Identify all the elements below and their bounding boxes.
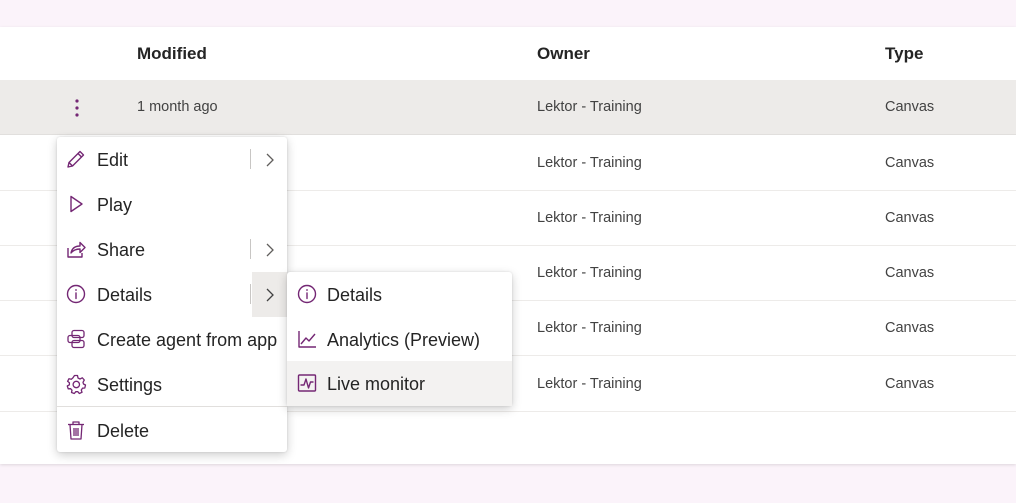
menu-divider (57, 406, 287, 407)
play-icon (65, 193, 87, 215)
cell-type: Canvas (885, 265, 935, 281)
page: Modified Owner Type 1 month ago Lektor -… (0, 0, 1016, 503)
split-divider (250, 284, 251, 304)
menu-item-details[interactable]: Details (57, 272, 287, 317)
analytics-icon (296, 328, 318, 350)
menu-item-create-agent[interactable]: Create agent from app (57, 317, 287, 362)
menu-item-share[interactable]: Share (57, 227, 287, 272)
info-icon (65, 283, 87, 305)
cell-type: Canvas (885, 99, 935, 115)
cell-owner: Lektor - Training (537, 265, 642, 281)
gear-icon (65, 373, 87, 395)
menu-item-label: Share (97, 240, 146, 260)
submenu-item-details[interactable]: Details (287, 272, 512, 317)
submenu-item-label: Live monitor (327, 374, 426, 394)
cell-type: Canvas (885, 155, 935, 171)
submenu-item-label: Details (327, 285, 383, 305)
live-monitor-icon (296, 372, 318, 394)
edit-submenu-button[interactable] (252, 137, 287, 182)
table-row[interactable]: 1 month ago Lektor - Training Canvas (0, 80, 1016, 135)
cell-type: Canvas (885, 320, 935, 336)
more-vertical-icon (75, 99, 79, 117)
info-icon (296, 283, 318, 305)
menu-item-label: Edit (97, 150, 129, 170)
share-icon (65, 238, 87, 260)
cell-owner: Lektor - Training (537, 155, 642, 171)
submenu-item-live-monitor[interactable]: Live monitor (287, 361, 512, 406)
table-header: Modified Owner Type (0, 27, 1016, 80)
cell-type: Canvas (885, 376, 935, 392)
chevron-right-icon (266, 153, 274, 166)
details-submenu-button[interactable] (252, 272, 287, 317)
details-submenu: Details Analytics (Preview) Live monitor (287, 272, 512, 406)
submenu-item-label: Analytics (Preview) (327, 330, 481, 350)
context-menu: Edit Play Share Details Create agent fro… (57, 137, 287, 452)
menu-item-play[interactable]: Play (57, 182, 287, 227)
submenu-item-analytics[interactable]: Analytics (Preview) (287, 317, 512, 362)
cell-owner: Lektor - Training (537, 376, 642, 392)
chevron-right-icon (266, 288, 274, 301)
share-submenu-button[interactable] (252, 227, 287, 272)
menu-item-edit[interactable]: Edit (57, 137, 287, 182)
menu-item-settings[interactable]: Settings (57, 362, 287, 407)
menu-item-label: Details (97, 285, 153, 305)
cell-type: Canvas (885, 210, 935, 226)
cell-owner: Lektor - Training (537, 210, 642, 226)
column-header-modified[interactable]: Modified (137, 44, 207, 64)
menu-item-label: Create agent from app (97, 330, 278, 350)
menu-item-label: Play (97, 195, 133, 215)
more-options-button[interactable] (66, 93, 88, 123)
cell-owner: Lektor - Training (537, 320, 642, 336)
menu-item-label: Delete (97, 421, 150, 441)
agent-icon (65, 328, 87, 350)
cell-owner: Lektor - Training (537, 99, 642, 115)
column-header-type[interactable]: Type (885, 44, 923, 64)
split-divider (250, 239, 251, 259)
split-divider (250, 149, 251, 169)
chevron-right-icon (266, 243, 274, 256)
pencil-icon (65, 148, 87, 170)
trash-icon (65, 419, 87, 441)
menu-item-delete[interactable]: Delete (57, 408, 287, 453)
column-header-owner[interactable]: Owner (537, 44, 590, 64)
cell-modified: 1 month ago (137, 99, 218, 115)
menu-item-label: Settings (97, 375, 163, 395)
